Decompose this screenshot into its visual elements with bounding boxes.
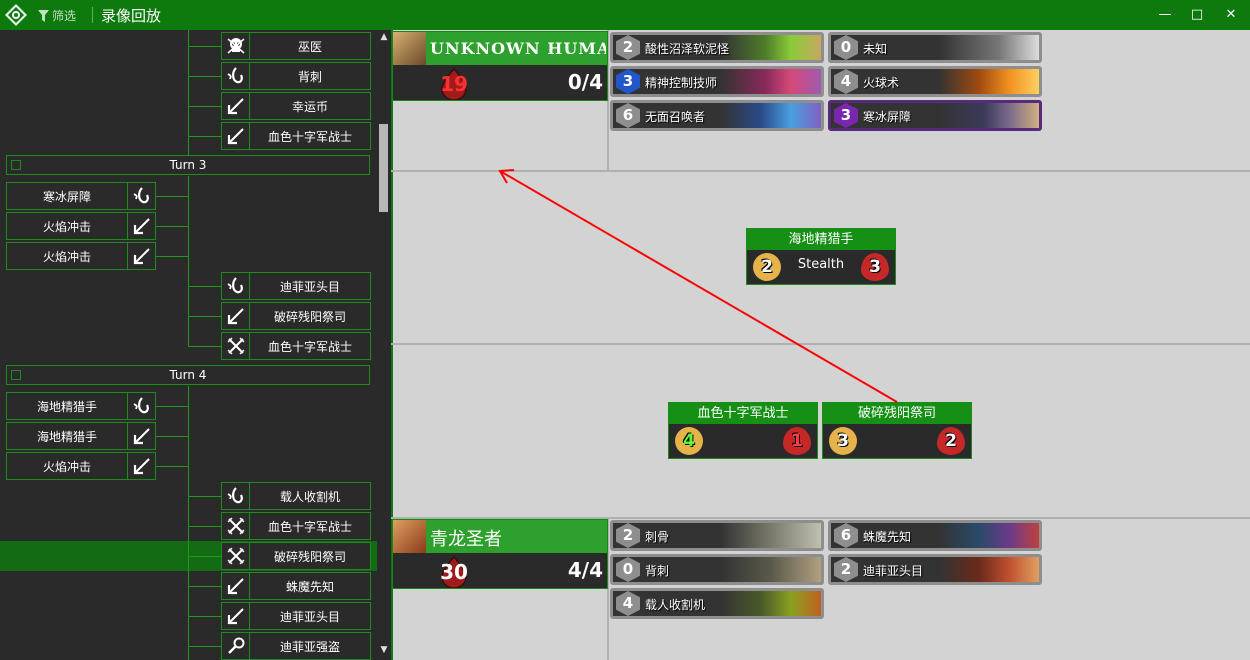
- attack-arrow: [498, 169, 898, 403]
